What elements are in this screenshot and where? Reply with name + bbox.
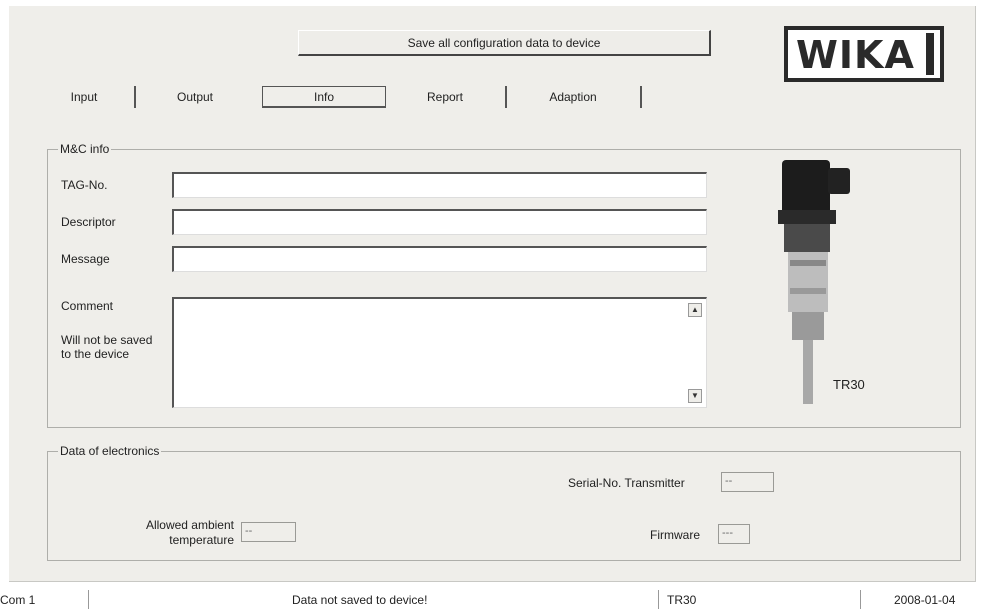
status-model: TR30 [667, 593, 697, 607]
tab-input[interactable]: Input [44, 87, 124, 107]
status-separator [658, 590, 659, 609]
save-all-button[interactable]: Save all configuration data to device [298, 30, 711, 56]
tab-output[interactable]: Output [150, 87, 240, 107]
firmware-value: --- [718, 524, 750, 544]
scroll-up-icon[interactable]: ▲ [688, 303, 702, 317]
mc-info-title: M&C info [58, 142, 112, 156]
logo-text: WIKA [796, 33, 915, 77]
descriptor-input[interactable] [172, 209, 707, 235]
comment-label: Comment [61, 299, 114, 313]
serial-label: Serial-No. Transmitter [568, 476, 685, 490]
tab-separator [640, 86, 642, 108]
comment-note: Will not be saved to the device [61, 333, 153, 361]
tab-report[interactable]: Report [402, 87, 488, 107]
transmitter-image [778, 160, 850, 404]
message-input[interactable] [172, 246, 707, 272]
status-date: 2008-01-04 [894, 593, 956, 607]
tab-adaption[interactable]: Adaption [516, 87, 630, 107]
ambient-label-line1: Allowed ambient [145, 518, 234, 532]
electronics-title: Data of electronics [58, 444, 162, 458]
status-port: Com 1 [0, 593, 36, 607]
status-message: Data not saved to device! [292, 593, 428, 607]
firmware-label: Firmware [650, 528, 700, 542]
tab-separator [505, 86, 507, 108]
wika-logo: WIKA [784, 26, 944, 82]
logo-bar [926, 33, 934, 75]
tag-label: TAG-No. [61, 178, 108, 192]
tag-input[interactable] [172, 172, 707, 198]
serial-value: -- [721, 472, 774, 492]
message-label: Message [61, 252, 110, 266]
ambient-label-line2: temperature [169, 533, 234, 547]
tab-info[interactable]: Info [262, 86, 386, 108]
device-model-label: TR30 [833, 377, 865, 392]
tab-separator [134, 86, 136, 108]
scroll-down-icon[interactable]: ▼ [688, 389, 702, 403]
status-separator [88, 590, 89, 609]
status-separator [860, 590, 861, 609]
ambient-temperature-value: -- [241, 522, 296, 542]
descriptor-label: Descriptor [61, 215, 116, 229]
comment-textarea[interactable]: ▲ ▼ [172, 297, 707, 408]
